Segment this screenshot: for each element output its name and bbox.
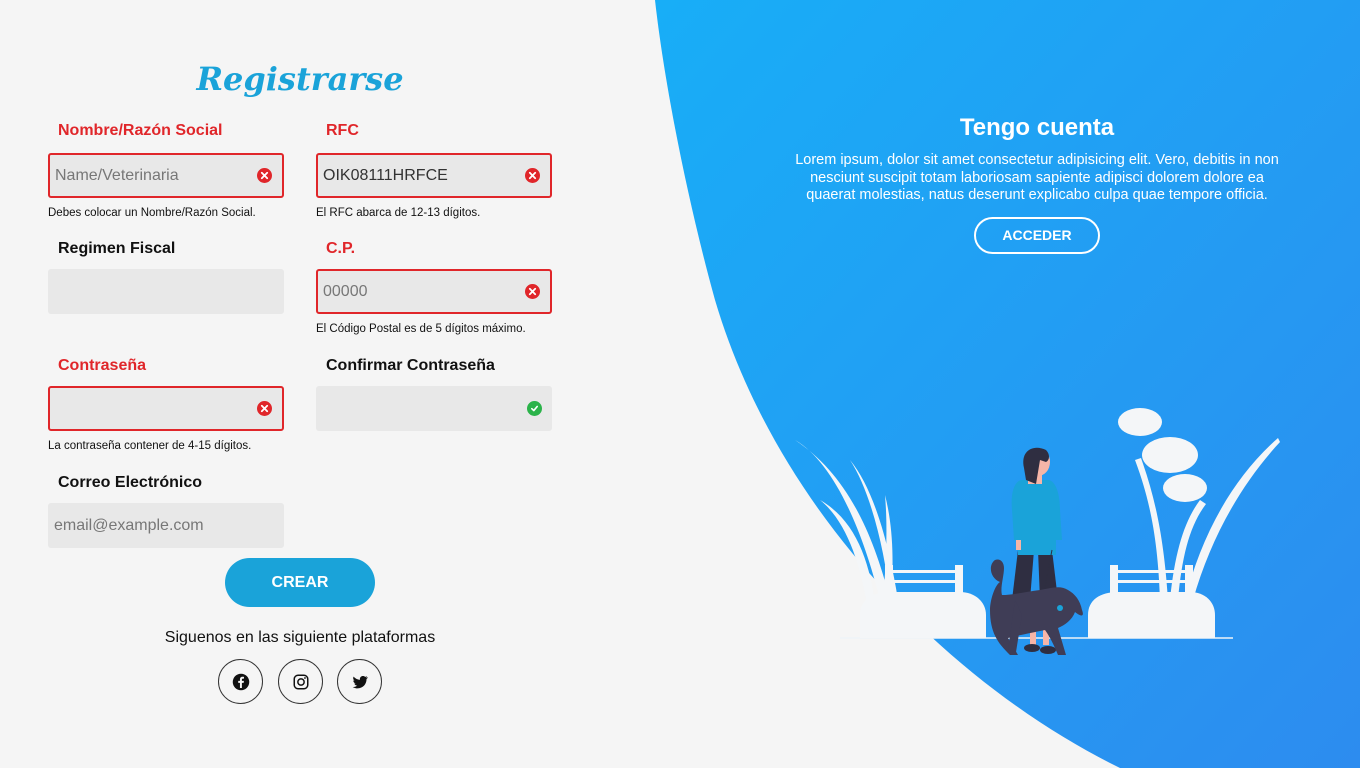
twitter-button[interactable] xyxy=(337,659,382,704)
form-title: Registrarse xyxy=(196,60,404,98)
acceder-button[interactable]: ACCEDER xyxy=(974,216,1100,254)
cp-field: C.P. El Código Postal es de 5 dígitos má… xyxy=(316,239,552,335)
password-input-box xyxy=(48,386,284,431)
error-icon xyxy=(525,284,540,299)
regimen-field: Regimen Fiscal xyxy=(48,239,284,314)
email-field: Correo Electrónico xyxy=(48,473,284,548)
nombre-label: Nombre/Razón Social xyxy=(58,122,223,139)
panel-title: Tengo cuenta xyxy=(959,114,1115,141)
cp-label: C.P. xyxy=(326,240,356,257)
regimen-input[interactable] xyxy=(54,269,244,314)
panel-text: Lorem ipsum, dolor sit amet consectetur … xyxy=(795,152,1279,203)
login-promo: Tengo cuenta Lorem ipsum, dolor sit amet… xyxy=(790,112,1284,254)
facebook-button[interactable] xyxy=(218,659,263,704)
nombre-help-text: Debes colocar un Nombre/Razón Social. xyxy=(48,207,256,219)
rfc-input[interactable] xyxy=(323,155,513,196)
email-label: Correo Electrónico xyxy=(58,474,203,491)
error-icon xyxy=(257,168,272,183)
dog-walk-illustration xyxy=(795,408,1280,655)
error-icon xyxy=(257,401,272,416)
password-input[interactable] xyxy=(55,388,245,429)
rfc-help-text: El RFC abarca de 12-13 dígitos. xyxy=(316,207,481,219)
regimen-input-box xyxy=(48,269,284,314)
email-input-box xyxy=(48,503,284,548)
nombre-field: Nombre/Razón Social Debes colocar un Nom… xyxy=(48,121,284,219)
twitter-icon xyxy=(352,675,368,688)
regimen-label: Regimen Fiscal xyxy=(58,240,176,257)
password-help-text: La contraseña contener de 4-15 dígitos. xyxy=(48,440,252,452)
confirm-password-input[interactable] xyxy=(322,386,512,431)
password-field: Contraseña La contraseña contener de 4-1… xyxy=(48,356,284,452)
confirm-password-label: Confirmar Contraseña xyxy=(326,357,495,374)
nombre-input[interactable] xyxy=(55,155,245,196)
cp-input[interactable] xyxy=(323,271,513,312)
register-form: Registrarse Nombre/Razón Social Debes co… xyxy=(0,0,620,768)
crear-button[interactable]: CREAR xyxy=(225,558,375,607)
instagram-button[interactable] xyxy=(278,659,323,704)
cp-help-text: El Código Postal es de 5 dígitos máximo. xyxy=(316,323,526,335)
error-icon xyxy=(525,168,540,183)
facebook-icon xyxy=(232,673,249,690)
instagram-icon xyxy=(293,674,308,689)
rfc-input-box xyxy=(316,153,552,198)
rfc-field: RFC El RFC abarca de 12-13 dígitos. xyxy=(316,121,552,219)
nombre-input-box xyxy=(48,153,284,198)
cp-input-box xyxy=(316,269,552,314)
check-icon xyxy=(527,401,542,416)
email-input[interactable] xyxy=(54,503,244,548)
rfc-label: RFC xyxy=(326,122,359,139)
confirm-password-input-box xyxy=(316,386,552,431)
social-text: Siguenos en las siguiente plataformas xyxy=(164,629,436,646)
password-label: Contraseña xyxy=(58,357,147,374)
confirm-password-field: Confirmar Contraseña xyxy=(316,356,552,431)
